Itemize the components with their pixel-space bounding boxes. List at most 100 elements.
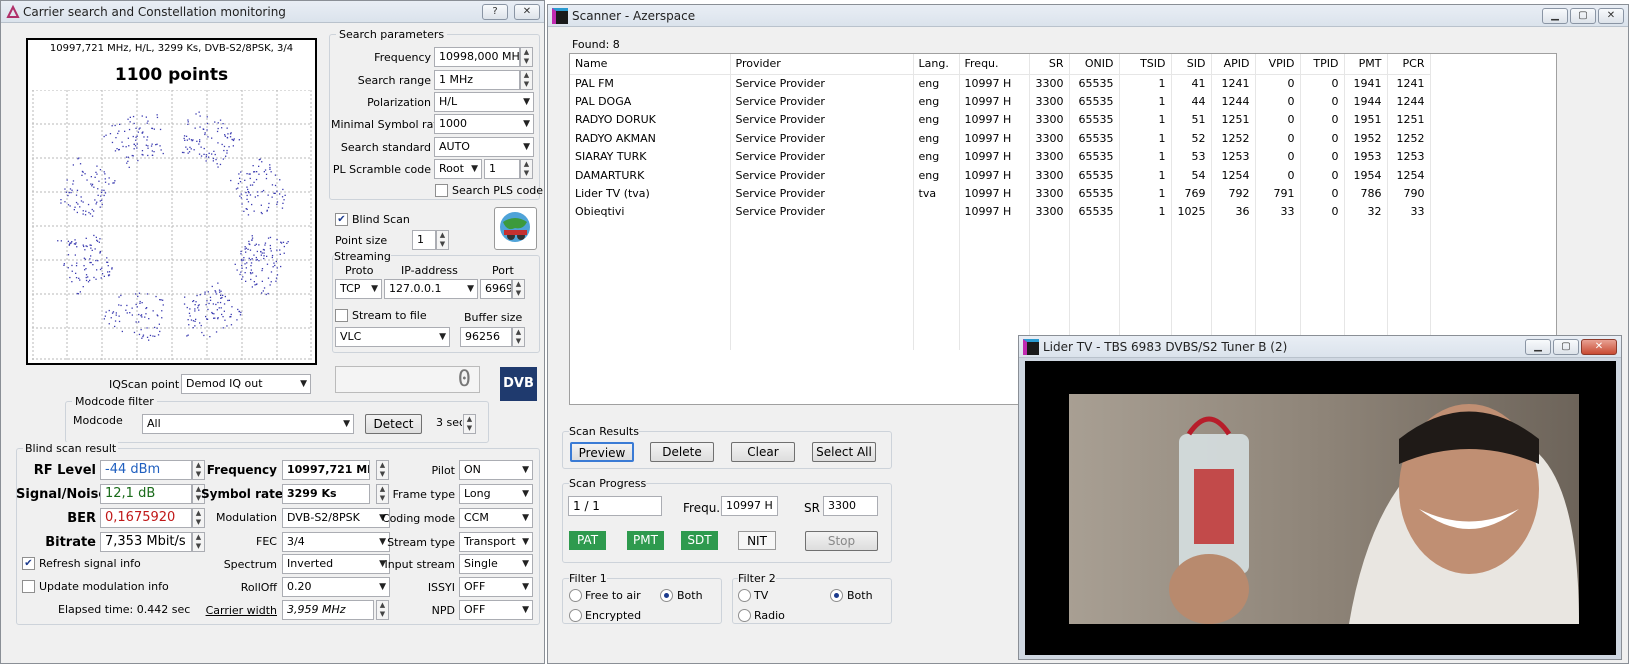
table-row[interactable]: PAL FM Service Provider eng 10997 H 3300 6553…: [570, 74, 1431, 93]
refresh-signal-checkbox[interactable]: ✔: [22, 557, 35, 570]
column-header-frequ[interactable]: Frequ.: [959, 54, 1030, 75]
video-minimize-button[interactable]: ▁: [1525, 339, 1551, 355]
port-spinner[interactable]: ▲ ▼: [512, 279, 525, 299]
pl-scramble-mode-select[interactable]: Root ▼: [434, 159, 482, 179]
table-row[interactable]: DAMARTURK Service Provider eng 10997 H 3300 6…: [570, 165, 1431, 185]
constellation-point: [184, 139, 186, 141]
port-input[interactable]: 6969: [480, 279, 512, 299]
symbol-rate-result-spinner[interactable]: ▲ ▼: [376, 484, 389, 504]
constellation-point: [85, 276, 87, 279]
radio-radio[interactable]: [738, 609, 751, 622]
blind-scan-checkbox[interactable]: ✔: [335, 213, 348, 226]
maximize-button[interactable]: ▢: [1570, 8, 1596, 24]
tv-radio[interactable]: [738, 589, 751, 602]
table-row[interactable]: RADYO AKMAN Service Provider eng 10997 H 330…: [570, 129, 1431, 148]
buffer-size-spinner[interactable]: ▲ ▼: [512, 327, 525, 347]
pl-scramble-spinner[interactable]: ▲ ▼: [520, 159, 533, 179]
constellation-point: [261, 268, 264, 270]
point-size-spinner[interactable]: ▲ ▼: [436, 230, 449, 250]
proto-select[interactable]: TCP ▼: [335, 279, 382, 299]
frequency-input[interactable]: 10998,000 MHz: [434, 47, 520, 67]
column-header-onid[interactable]: ONID: [1069, 54, 1120, 75]
rolloff-select[interactable]: 0.20 ▼: [282, 577, 390, 597]
constellation-point: [202, 128, 204, 130]
stream-to-file-checkbox[interactable]: [335, 309, 348, 322]
column-header-vpid[interactable]: VPID: [1255, 54, 1301, 75]
constellation-point: [115, 137, 117, 139]
input-stream-select[interactable]: Single ▼: [459, 554, 533, 574]
column-header-sid[interactable]: SID: [1171, 54, 1212, 75]
chevron-down-icon: ▼: [522, 582, 529, 592]
cell-tsid: 1: [1119, 129, 1172, 148]
filter2-both-radio[interactable]: [830, 589, 843, 602]
modcode-select[interactable]: All ▼: [142, 414, 354, 434]
video-close-button[interactable]: ✕: [1581, 339, 1617, 355]
constellation-point: [146, 139, 148, 141]
constellation-point: [104, 178, 106, 180]
npd-select[interactable]: OFF ▼: [459, 600, 533, 620]
search-pls-checkbox[interactable]: [435, 184, 448, 197]
detect-seconds-input[interactable]: 3 sec: [432, 414, 462, 434]
coding-mode-select[interactable]: CCM ▼: [459, 508, 533, 528]
stream-type-select[interactable]: Transport ▼: [459, 532, 533, 552]
delete-button[interactable]: Delete: [650, 442, 714, 462]
stop-button[interactable]: Stop: [805, 531, 878, 551]
table-row[interactable]: Obieqtivi Service Provider 10997 H 3300 6553…: [570, 202, 1431, 222]
ip-address-select[interactable]: 127.0.0.1 ▼: [384, 279, 478, 299]
encrypted-radio[interactable]: [569, 609, 582, 622]
search-range-spinner[interactable]: ▲ ▼: [520, 70, 533, 90]
help-button[interactable]: ?: [482, 4, 508, 20]
detect-button[interactable]: Detect: [365, 414, 422, 434]
search-standard-select[interactable]: AUTO ▼: [434, 137, 534, 157]
point-size-input[interactable]: 1: [412, 230, 436, 250]
fec-select[interactable]: 3/4 ▼: [282, 532, 390, 552]
min-symbol-rate-select[interactable]: 1000 ▼: [434, 114, 534, 134]
close-button[interactable]: ✕: [1598, 8, 1624, 24]
search-range-input[interactable]: 1 MHz: [434, 70, 520, 90]
polarization-select[interactable]: H/L ▼: [434, 92, 534, 112]
select-all-button[interactable]: Select All: [812, 442, 876, 462]
polarization-label: Polarization: [367, 96, 431, 109]
pl-scramble-input[interactable]: 1: [484, 159, 520, 179]
empty-cell: [1387, 239, 1431, 258]
table-row[interactable]: Lider TV (tva) Service Provider tva 10997 H…: [570, 184, 1431, 203]
video-frame[interactable]: [1025, 361, 1616, 655]
pilot-select[interactable]: ON ▼: [459, 460, 533, 480]
free-to-air-radio[interactable]: [569, 589, 582, 602]
filter1-both-radio[interactable]: [660, 589, 673, 602]
cell-apid: 1252: [1211, 129, 1256, 148]
column-header-name[interactable]: Name: [570, 54, 731, 75]
column-header-tpid[interactable]: TPID: [1300, 54, 1345, 75]
constellation-point: [227, 133, 229, 135]
minimize-button[interactable]: ▁: [1542, 8, 1568, 24]
modulation-select[interactable]: DVB-S2/8PSK ▼: [282, 508, 390, 528]
constellation-point: [100, 195, 102, 197]
table-row[interactable]: SIARAY TURK Service Provider eng 10997 H 330…: [570, 147, 1431, 166]
update-modulation-checkbox[interactable]: [22, 580, 35, 593]
close-button[interactable]: ✕: [514, 4, 540, 20]
constellation-point: [183, 135, 186, 137]
frequency-spinner[interactable]: ▲ ▼: [520, 47, 533, 67]
table-row[interactable]: PAL DOGA Service Provider eng 10997 H 3300 65…: [570, 92, 1431, 111]
spectrum-select[interactable]: Inverted ▼: [282, 554, 390, 574]
column-header-pcr[interactable]: PCR: [1387, 54, 1431, 75]
column-header-pmt[interactable]: PMT: [1344, 54, 1388, 75]
column-header-tsid[interactable]: TSID: [1119, 54, 1172, 75]
frequency-result-spinner[interactable]: ▲ ▼: [376, 460, 389, 480]
column-header-lang[interactable]: Lang.: [913, 54, 960, 75]
frame-type-select[interactable]: Long ▼: [459, 484, 533, 504]
satellite-logo-icon[interactable]: [494, 207, 537, 250]
clear-button[interactable]: Clear: [731, 442, 795, 462]
column-header-apid[interactable]: APID: [1211, 54, 1256, 75]
column-header-provider[interactable]: Provider: [730, 54, 914, 75]
column-header-sr[interactable]: SR: [1029, 54, 1070, 75]
issyi-select[interactable]: OFF ▼: [459, 577, 533, 597]
constellation-point: [261, 161, 263, 163]
table-row[interactable]: RADYO DORUK Service Provider eng 10997 H 330…: [570, 110, 1431, 130]
player-select[interactable]: VLC ▼: [335, 327, 450, 347]
iqscan-select[interactable]: Demod IQ out ▼: [181, 374, 311, 394]
video-maximize-button[interactable]: ▢: [1553, 339, 1579, 355]
detect-seconds-spinner[interactable]: ▲ ▼: [463, 414, 476, 434]
buffer-size-input[interactable]: 96256: [460, 327, 512, 347]
preview-button[interactable]: Preview: [570, 442, 634, 462]
